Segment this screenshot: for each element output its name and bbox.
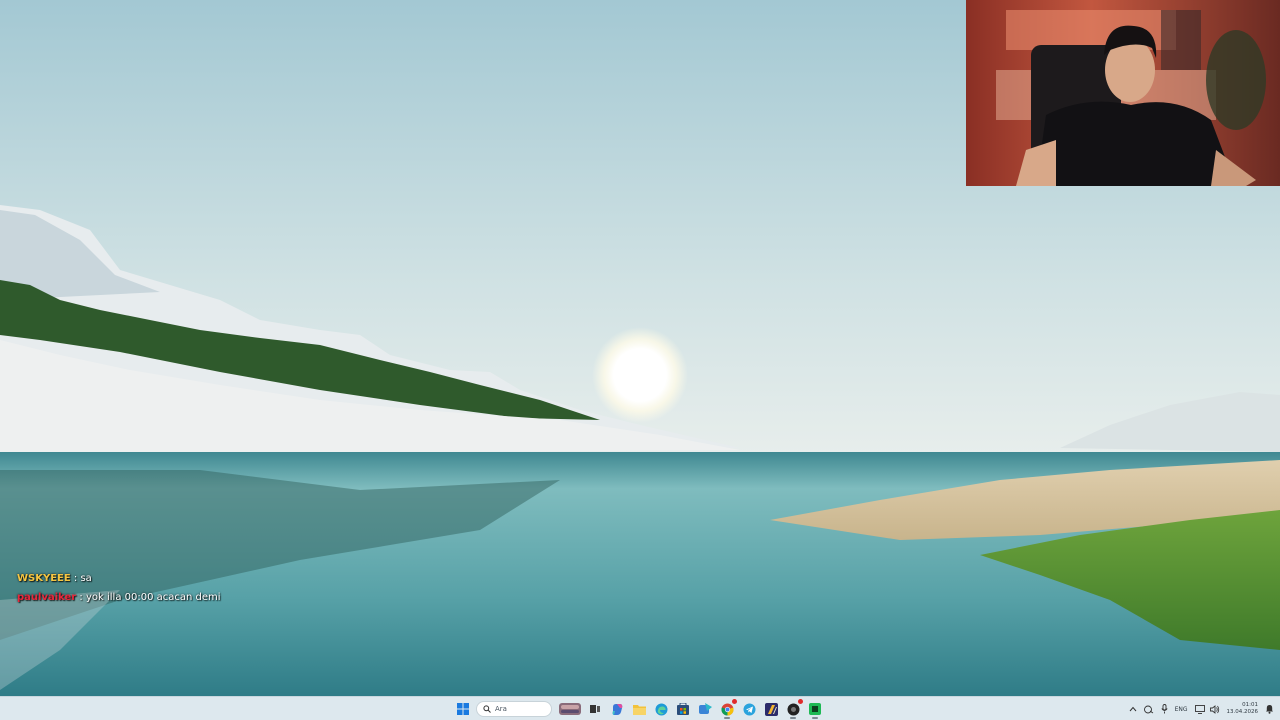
- chrome-button[interactable]: [718, 699, 737, 719]
- chrome-icon: [720, 703, 734, 716]
- widgets-icon: [559, 703, 581, 715]
- app-icon: [698, 703, 712, 714]
- windows-start-icon: [457, 703, 469, 715]
- chat-message: WSKYEEE : sa: [17, 569, 221, 588]
- chat-username: paulvaiker: [17, 592, 77, 603]
- file-explorer-button[interactable]: [630, 700, 648, 718]
- clock-time: 01:01: [1242, 702, 1258, 708]
- clock-button[interactable]: 01:01 13.04.2026: [1227, 702, 1259, 716]
- network-icon: [1143, 705, 1153, 713]
- monitor-icon: [1194, 704, 1205, 714]
- taskbar-apps: Ara: [454, 699, 824, 719]
- show-hidden-icons-button[interactable]: [1129, 706, 1137, 712]
- notifications-button[interactable]: [1265, 704, 1274, 714]
- network-tray-button[interactable]: [1143, 705, 1154, 714]
- search-placeholder: Ara: [495, 705, 507, 713]
- chevron-up-icon: [1129, 706, 1136, 712]
- app-icon: [787, 703, 799, 715]
- chat-message: paulvaiker : yok illa 00:00 acacan demi: [17, 588, 221, 607]
- language-button[interactable]: ENG: [1175, 706, 1188, 713]
- store-button[interactable]: [674, 700, 692, 718]
- microphone-tray-button[interactable]: [1160, 704, 1168, 714]
- app-icon: [764, 702, 778, 716]
- notification-badge: [732, 699, 737, 704]
- app-icon: [809, 703, 821, 715]
- start-button[interactable]: [454, 700, 472, 718]
- microphone-icon: [1160, 704, 1168, 714]
- quick-settings-button[interactable]: [1194, 704, 1220, 714]
- taskbar: Ara ENG 01:01 13.04.2026: [0, 696, 1280, 720]
- task-view-icon: [590, 705, 600, 713]
- microsoft-store-icon: [677, 703, 689, 715]
- taskbar-app-button[interactable]: [806, 700, 824, 719]
- system-tray: ENG 01:01 13.04.2026: [1129, 699, 1274, 719]
- taskbar-app-button[interactable]: [696, 700, 714, 718]
- telegram-icon: [743, 703, 755, 715]
- edge-browser-icon: [655, 703, 667, 715]
- copilot-button[interactable]: [608, 700, 626, 718]
- file-explorer-icon: [632, 704, 646, 715]
- chat-username: WSKYEEE: [17, 573, 71, 584]
- task-view-button[interactable]: [586, 700, 604, 718]
- webcam-overlay: [966, 0, 1280, 186]
- language-indicator: ENG: [1174, 705, 1188, 713]
- chat-separator: :: [70, 573, 81, 584]
- notification-badge: [798, 699, 803, 704]
- volume-icon: [1209, 704, 1219, 714]
- edge-button[interactable]: [652, 700, 670, 718]
- taskbar-search-box[interactable]: Ara: [476, 701, 552, 717]
- chat-separator: :: [76, 592, 86, 603]
- taskbar-app-button[interactable]: [762, 700, 780, 718]
- bell-icon: [1266, 705, 1273, 714]
- copilot-icon: [612, 703, 622, 715]
- widgets-button[interactable]: [558, 700, 582, 718]
- chat-overlay: WSKYEEE : sa paulvaiker : yok illa 00:00…: [17, 569, 221, 607]
- clock-date: 13.04.2026: [1226, 709, 1259, 715]
- chat-text: yok illa 00:00 acacan demi: [85, 592, 221, 603]
- search-icon: [483, 705, 491, 713]
- chat-text: sa: [80, 573, 92, 584]
- telegram-button[interactable]: [740, 700, 758, 718]
- taskbar-app-button[interactable]: [784, 699, 803, 719]
